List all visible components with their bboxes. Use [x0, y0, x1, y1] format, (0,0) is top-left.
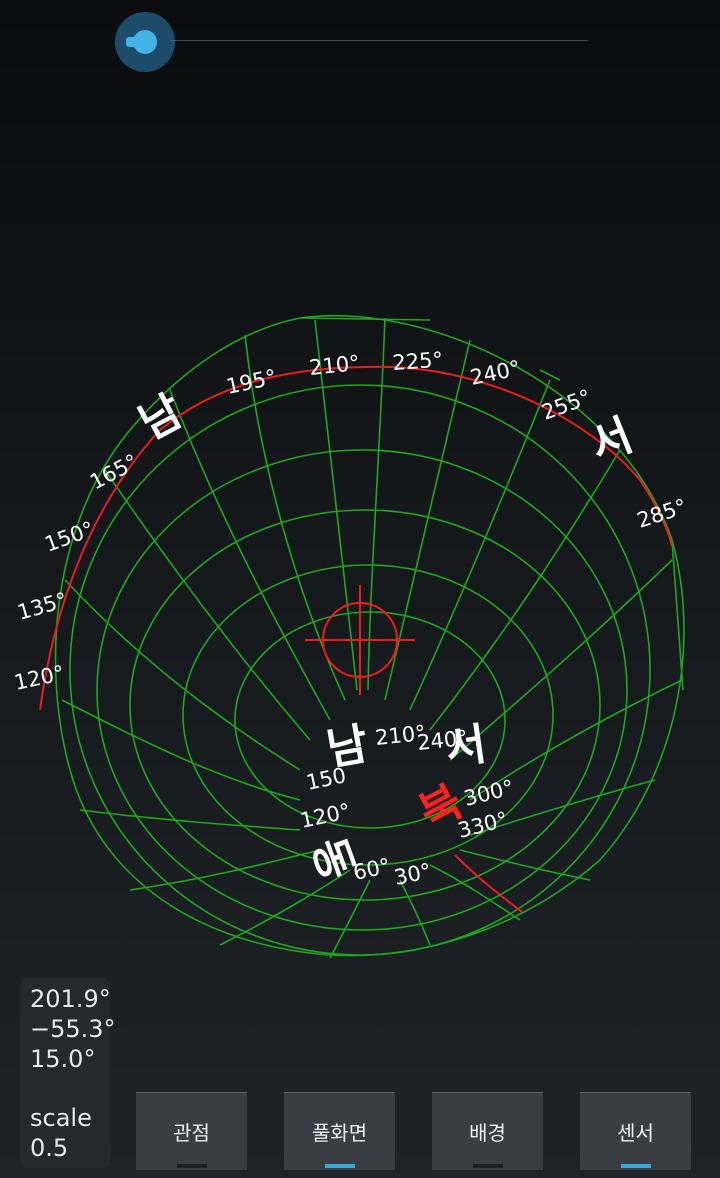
horizon-label: 225°: [392, 348, 444, 375]
horizon-label: 210°: [308, 351, 361, 380]
inner-label: 300°: [461, 775, 516, 811]
horizon-label: 120°: [12, 661, 66, 695]
cardinal-south-inner: 남: [323, 719, 372, 776]
fullscreen-button[interactable]: 풀화면: [284, 1092, 395, 1170]
fov-value: 15.0°: [30, 1045, 96, 1073]
scale-value: 0.5: [30, 1134, 69, 1162]
altitude-value: −55.3°: [30, 1015, 116, 1043]
fullscreen-toggle-indicator: [325, 1164, 355, 1168]
cardinal-west-outer: 서: [583, 410, 640, 472]
sensor-button[interactable]: 센서: [580, 1092, 691, 1170]
crosshair: [305, 585, 415, 695]
sensor-toggle-indicator: [621, 1164, 651, 1168]
cardinal-west-inner: 서: [442, 719, 489, 775]
horizon-label: 195°: [224, 365, 278, 399]
sky-view[interactable]: 195° 210° 225° 240° 255° 285° 165° 150° …: [0, 0, 720, 1000]
viewpoint-button[interactable]: 관점: [136, 1092, 247, 1170]
scale-label: scale: [30, 1104, 92, 1132]
background-button-label: 배경: [469, 1121, 506, 1145]
horizon-label: 240°: [468, 356, 522, 390]
viewpoint-toggle-indicator: [177, 1164, 207, 1168]
horizon-line: [39, 365, 673, 711]
background-toggle-indicator: [473, 1164, 503, 1168]
viewpoint-button-label: 관점: [173, 1121, 210, 1145]
horizon-label: 135°: [15, 588, 70, 625]
cardinal-labels: 남 서 남 서 동 북: [131, 386, 639, 887]
horizon-line-inner: [454, 854, 523, 913]
cardinal-south-outer: 남: [131, 386, 191, 450]
fullscreen-button-label: 풀화면: [311, 1121, 368, 1145]
horizon-label: 165°: [86, 449, 142, 494]
sensor-button-label: 센서: [617, 1121, 654, 1145]
background-button[interactable]: 배경: [432, 1092, 543, 1170]
inner-label: 120°: [298, 799, 352, 833]
horizon-label: 285°: [634, 494, 690, 532]
position-readout: 201.9° −55.3° 15.0° scale 0.5: [20, 978, 116, 1168]
azimuth-value: 201.9°: [30, 985, 111, 1013]
